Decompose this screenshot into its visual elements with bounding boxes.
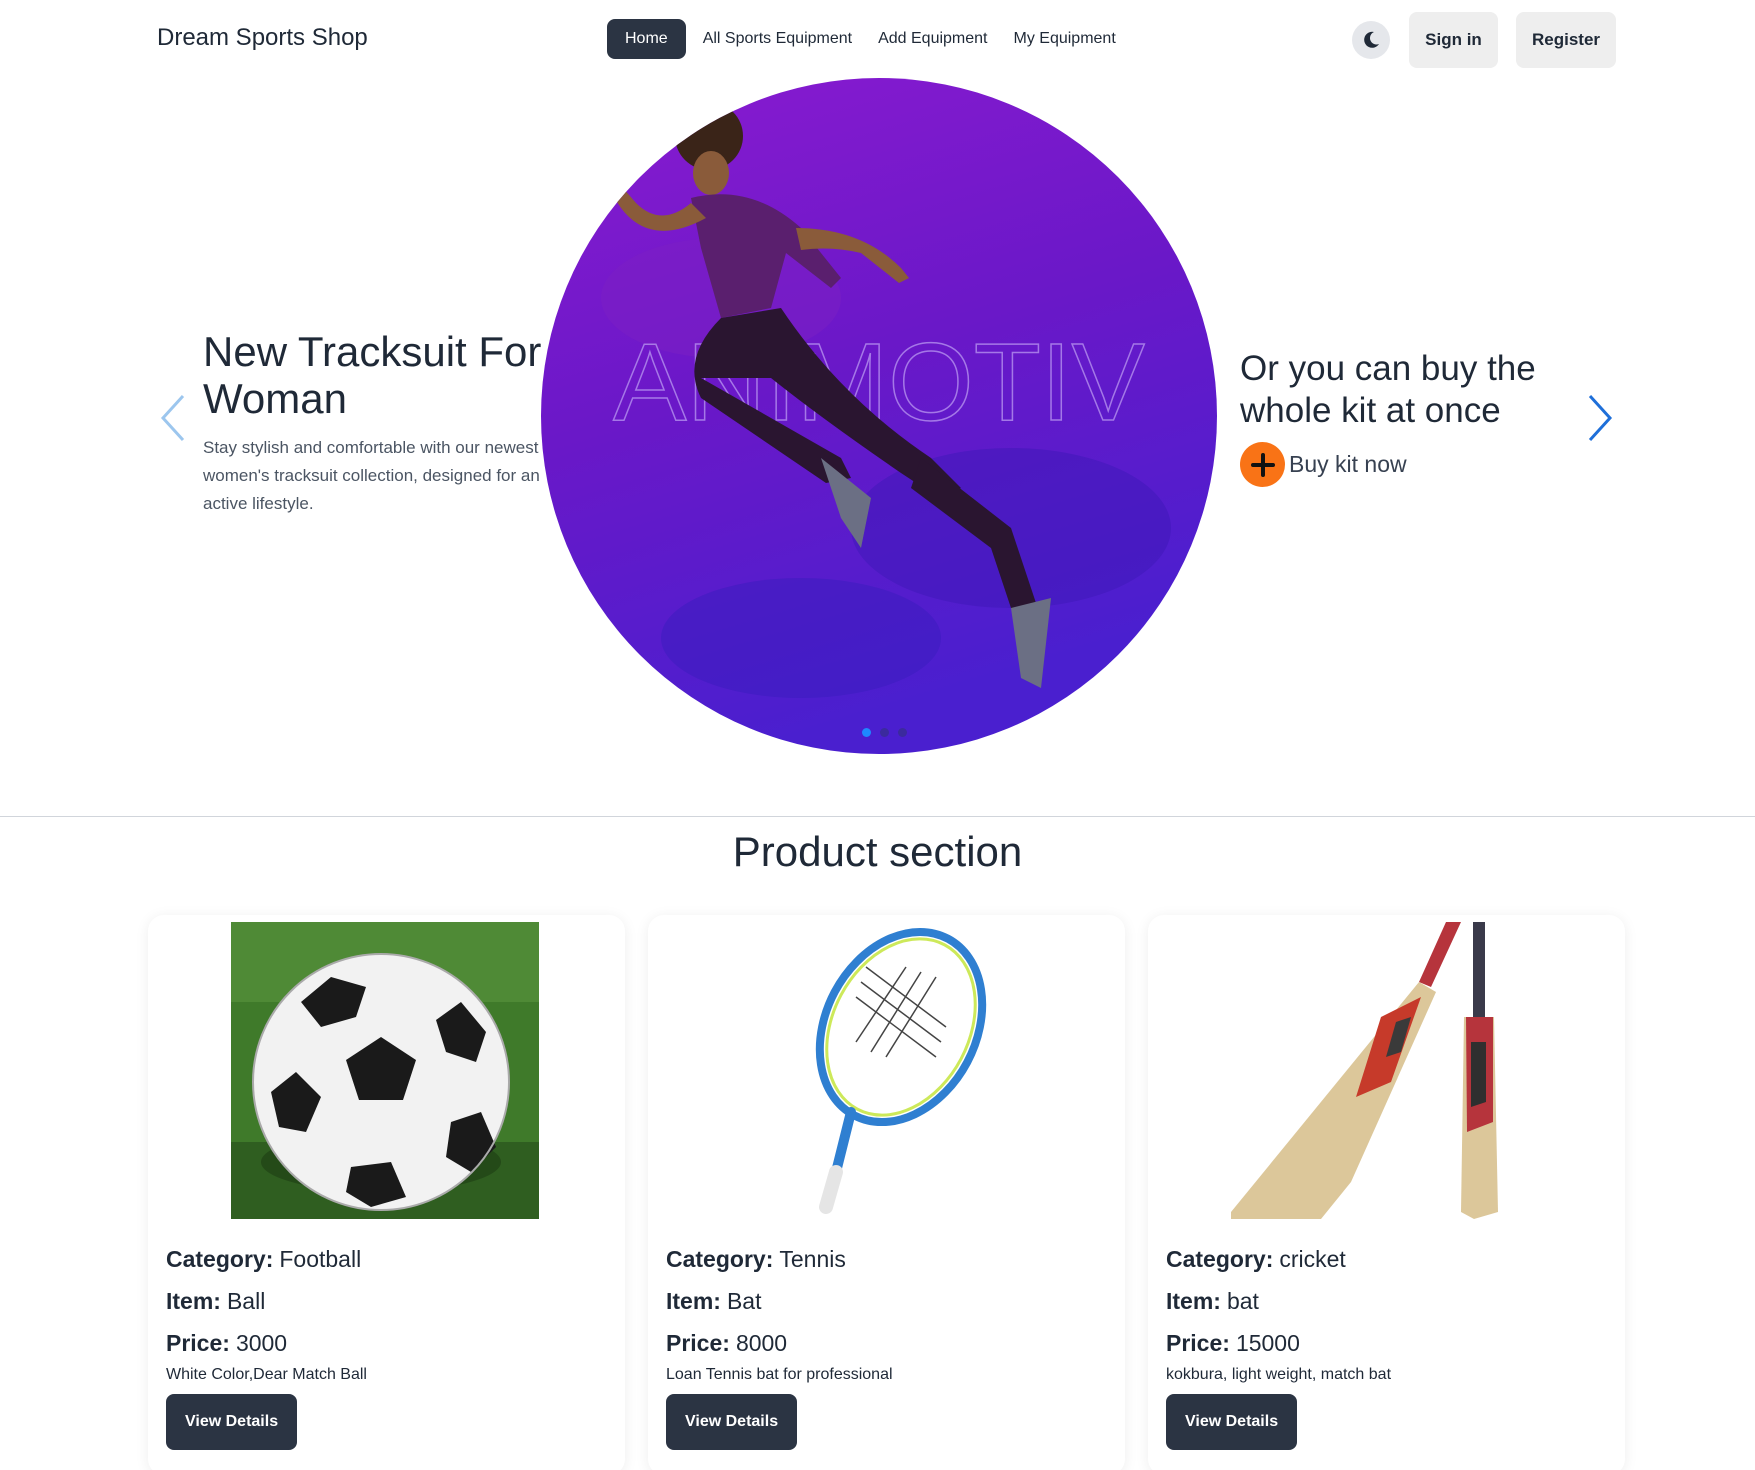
nav-link-home[interactable]: Home bbox=[607, 19, 686, 59]
tennis-racket-image bbox=[731, 922, 1039, 1219]
hero-image: ANIMOTIV bbox=[541, 78, 1217, 754]
navbar: Dream Sports Shop Home All Sports Equipm… bbox=[0, 0, 1755, 80]
product-description: White Color,Dear Match Ball bbox=[166, 1366, 367, 1383]
runner-image: ANIMOTIV bbox=[541, 78, 1217, 754]
product-card-body: Category: cricket Item: bat Price: 15000 ko… bbox=[1166, 1238, 1606, 1450]
nav-link-add-equipment[interactable]: Add Equipment bbox=[869, 20, 996, 58]
product-card-body: Category: Tennis Item: Bat Price: 8000 Loan… bbox=[666, 1238, 1106, 1450]
product-card: Category: cricket Item: bat Price: 15000 ko… bbox=[1148, 915, 1625, 1470]
product-section-title: Product section bbox=[732, 828, 1023, 875]
nav-link-all-sports-equipment[interactable]: All Sports Equipment bbox=[694, 20, 861, 58]
product-description: Loan Tennis bat for professional bbox=[666, 1366, 893, 1383]
hero-left-text: New Tracksuit For Woman Stay stylish and… bbox=[203, 328, 543, 518]
view-details-button[interactable]: View Details bbox=[666, 1394, 798, 1450]
carousel-prev-arrow-icon[interactable] bbox=[155, 388, 195, 448]
carousel-dot-1[interactable] bbox=[862, 728, 871, 737]
section-divider bbox=[0, 816, 1755, 817]
nav-link-my-equipment[interactable]: My Equipment bbox=[1005, 20, 1125, 58]
view-details-button[interactable]: View Details bbox=[1166, 1394, 1298, 1450]
carousel-dot-2[interactable] bbox=[880, 728, 889, 737]
main-menu: Home All Sports Equipment Add Equipment … bbox=[607, 19, 1125, 59]
hero-description: Stay stylish and comfortable with our ne… bbox=[203, 438, 540, 513]
product-card: Category: Tennis Item: Bat Price: 8000 Loan… bbox=[648, 915, 1125, 1470]
theme-toggle-button[interactable] bbox=[1352, 21, 1390, 59]
moon-icon bbox=[1364, 31, 1379, 48]
plus-icon bbox=[1240, 442, 1285, 487]
product-category: Category: Tennis bbox=[666, 1246, 846, 1272]
product-card-body: Category: Football Item: Ball Price: 3000 W… bbox=[166, 1238, 606, 1450]
carousel-next-arrow-icon[interactable] bbox=[1578, 388, 1618, 448]
product-description: kokbura, light weight, match bat bbox=[1166, 1366, 1392, 1383]
product-price: Price: 15000 bbox=[1166, 1330, 1300, 1356]
hero-carousel: New Tracksuit For Woman Stay stylish and… bbox=[0, 78, 1755, 816]
product-card: Category: Football Item: Ball Price: 3000 W… bbox=[148, 915, 625, 1470]
carousel-dot-3[interactable] bbox=[898, 728, 907, 737]
product-item: Item: Bat bbox=[666, 1288, 762, 1314]
product-price: Price: 8000 bbox=[666, 1330, 788, 1356]
buy-kit-button[interactable]: Buy kit now bbox=[1240, 442, 1540, 487]
product-price: Price: 3000 bbox=[166, 1330, 288, 1356]
view-details-button[interactable]: View Details bbox=[166, 1394, 298, 1450]
carousel-indicators bbox=[862, 728, 907, 737]
product-category: Category: cricket bbox=[1166, 1246, 1346, 1272]
hero-kit-title: Or you can buy the whole kit at once bbox=[1240, 349, 1536, 430]
hero-right-text: Or you can buy the whole kit at once Buy… bbox=[1240, 348, 1540, 487]
brand-logo[interactable]: Dream Sports Shop bbox=[157, 24, 368, 52]
buy-kit-label: Buy kit now bbox=[1289, 451, 1407, 477]
product-item: Item: Ball bbox=[166, 1288, 266, 1314]
product-item: Item: bat bbox=[1166, 1288, 1259, 1314]
register-button[interactable]: Register bbox=[1516, 12, 1616, 68]
hero-title: New Tracksuit For Woman bbox=[203, 328, 542, 422]
product-category: Category: Football bbox=[166, 1246, 362, 1272]
sign-in-button[interactable]: Sign in bbox=[1409, 12, 1498, 68]
soccer-ball-image bbox=[231, 922, 539, 1219]
cricket-bat-image bbox=[1231, 922, 1539, 1219]
